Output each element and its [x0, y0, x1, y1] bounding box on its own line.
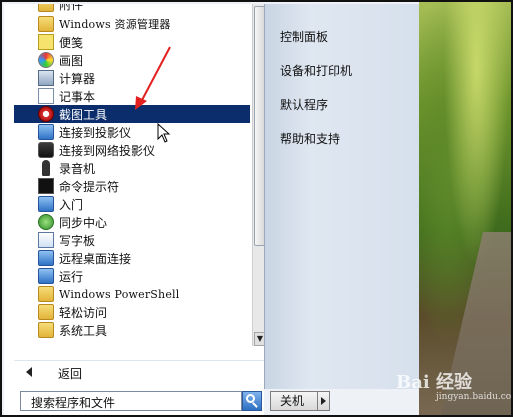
sync-center-icon [38, 214, 54, 230]
paint-icon [38, 52, 54, 68]
search-button[interactable] [242, 391, 262, 411]
list-item-label: 运行 [59, 269, 84, 284]
folder-icon [38, 322, 54, 338]
list-item-label: 远程桌面连接 [59, 251, 132, 266]
shutdown-button[interactable]: 关机 [270, 391, 318, 411]
list-item-label: 命令提示符 [59, 179, 120, 194]
mouse-cursor-icon [157, 123, 171, 143]
search-input[interactable] [21, 394, 241, 412]
right-links-panel: 控制面板 设备和打印机 默认程序 帮助和支持 [264, 4, 419, 389]
run-icon [38, 268, 54, 284]
remote-desktop-icon [38, 250, 54, 266]
list-item-label: 画图 [59, 53, 84, 68]
calculator-icon [38, 70, 54, 86]
microphone-icon [42, 160, 50, 176]
list-item[interactable]: 连接到网络投影仪 [14, 141, 250, 159]
folder-icon [38, 4, 54, 12]
list-item[interactable]: 命令提示符 [14, 177, 250, 195]
list-item-label: Windows PowerShell [59, 287, 180, 301]
shutdown-options-arrow-icon[interactable] [318, 391, 330, 411]
list-item[interactable]: 远程桌面连接 [14, 249, 250, 267]
list-item[interactable]: 连接到投影仪 [14, 123, 250, 141]
network-projector-icon [38, 142, 54, 158]
command-prompt-icon [38, 178, 54, 194]
list-item-label: 截图工具 [59, 107, 108, 122]
list-item[interactable]: 轻松访问 [14, 303, 250, 321]
list-item-label: 连接到投影仪 [59, 125, 132, 140]
list-item-label: 附件 [59, 4, 84, 12]
notepad-icon [38, 88, 54, 104]
list-item[interactable]: 计算器 [14, 69, 250, 87]
wordpad-icon [38, 232, 54, 248]
watermark-logo: Bai 经验 jingyan.baidu.com [396, 372, 513, 402]
sticky-notes-icon [38, 34, 54, 50]
list-item[interactable]: 附件 [14, 4, 250, 13]
program-list[interactable]: 附件 Windows 资源管理器 便笺 画图 计算器 记事本 截图工具 连接到投… [14, 4, 252, 346]
list-item[interactable]: 录音机 [14, 159, 250, 177]
explorer-icon [38, 16, 54, 32]
list-item[interactable]: Windows PowerShell [14, 285, 250, 303]
list-item-label: 写字板 [59, 233, 96, 248]
list-item-label: 计算器 [59, 71, 96, 86]
list-item[interactable]: 写字板 [14, 231, 250, 249]
folder-icon [38, 304, 54, 320]
list-item[interactable]: 记事本 [14, 87, 250, 105]
back-arrow-icon [26, 367, 32, 377]
list-item-label: 入门 [59, 197, 84, 212]
list-item-label: 同步中心 [59, 215, 108, 230]
list-item[interactable]: 运行 [14, 267, 250, 285]
list-item[interactable]: Windows 资源管理器 [14, 15, 250, 33]
default-programs-link[interactable]: 默认程序 [280, 96, 328, 113]
devices-printers-link[interactable]: 设备和打印机 [280, 62, 352, 79]
help-support-link[interactable]: 帮助和支持 [280, 130, 340, 147]
search-box[interactable] [20, 391, 242, 412]
list-item-label: Windows 资源管理器 [59, 18, 171, 31]
program-list-panel: 附件 Windows 资源管理器 便笺 画图 计算器 记事本 截图工具 连接到投… [4, 4, 267, 415]
list-item[interactable]: 同步中心 [14, 213, 250, 231]
list-item-label: 轻松访问 [59, 305, 108, 320]
list-item[interactable]: 系统工具 [14, 321, 250, 339]
back-label: 返回 [58, 367, 83, 381]
folder-icon [38, 286, 54, 302]
list-item-label: 便笺 [59, 35, 84, 50]
list-item[interactable]: 画图 [14, 51, 250, 69]
list-item-label: 系统工具 [59, 323, 108, 338]
list-item-label: 连接到网络投影仪 [59, 143, 156, 158]
projector-icon [38, 124, 54, 140]
list-item-snipping-tool[interactable]: 截图工具 [14, 105, 250, 123]
list-item-label: 录音机 [59, 161, 96, 176]
list-item-label: 记事本 [59, 89, 96, 104]
control-panel-link[interactable]: 控制面板 [280, 28, 328, 45]
snipping-tool-icon [38, 106, 54, 122]
getting-started-icon [38, 196, 54, 212]
back-button[interactable]: 返回 [14, 360, 264, 385]
list-item[interactable]: 入门 [14, 195, 250, 213]
list-item[interactable]: 便笺 [14, 33, 250, 51]
desktop-background [419, 2, 511, 415]
start-menu-screenshot: 附件 Windows 资源管理器 便笺 画图 计算器 记事本 截图工具 连接到投… [0, 0, 513, 417]
